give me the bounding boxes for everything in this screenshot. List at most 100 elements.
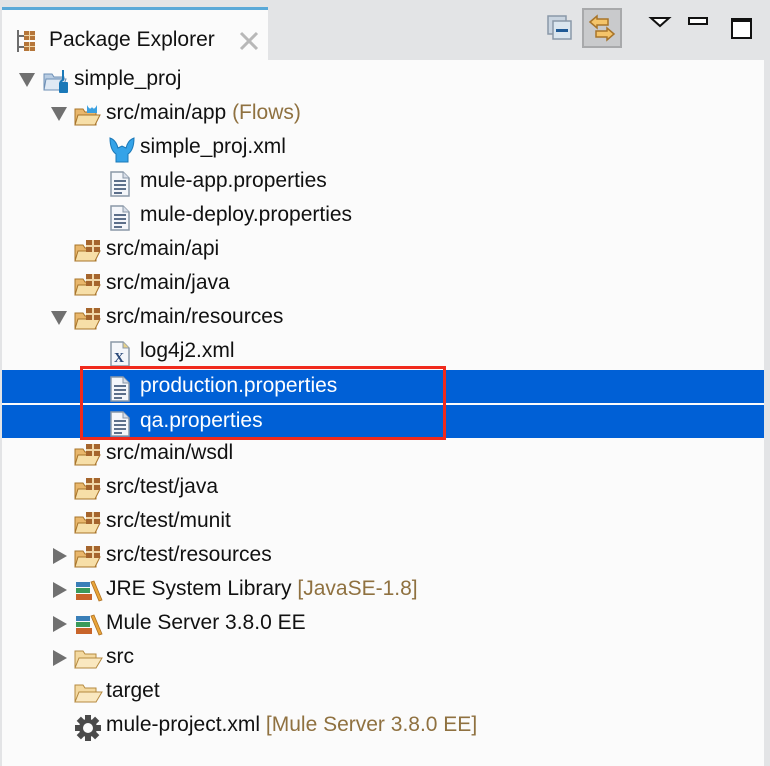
expand-toggle-expanded-icon[interactable] [51, 311, 67, 325]
tree-item[interactable]: simple_proj.xml [2, 131, 764, 165]
tree-item-text: simple_proj.xml [140, 135, 286, 158]
tab-package-explorer[interactable]: Package Explorer [2, 7, 268, 60]
tree-item-label: mule-project.xml [Mule Server 3.8.0 EE] [106, 713, 477, 737]
source-folder-icon [74, 476, 102, 502]
tree-item-text: src/main/java [106, 271, 230, 294]
tree-item-text: production.properties [140, 374, 338, 397]
tree-item-label: JRE System Library [JavaSE-1.8] [106, 577, 418, 601]
tree-item[interactable]: src/main/resources [2, 301, 764, 335]
tree-item[interactable]: src [2, 641, 764, 675]
tree-item-label: qa.properties [140, 409, 263, 433]
tree-item-label: simple_proj [74, 67, 181, 91]
tree-item-label: log4j2.xml [140, 339, 235, 363]
tree-item-text: src/main/wsdl [106, 441, 234, 464]
folder-icon [74, 646, 103, 672]
view-header: Package Explorer [0, 0, 770, 60]
tree-item[interactable]: src/test/resources [2, 539, 764, 573]
tree-item-label: src/main/api [106, 237, 219, 261]
maximize-button[interactable] [725, 8, 765, 48]
svg-text:X: X [114, 351, 124, 366]
expand-toggle-collapsed-icon[interactable] [53, 582, 67, 598]
expand-toggle-collapsed-icon[interactable] [53, 650, 67, 666]
tree-item-decoration: [Mule Server 3.8.0 EE] [265, 713, 478, 736]
tree-item-text: src/test/resources [106, 543, 272, 566]
source-folder-icon [74, 306, 102, 332]
tree-item-label: Mule Server 3.8.0 EE [106, 611, 306, 635]
tree-item[interactable]: src/main/api [2, 233, 764, 267]
tree-item-text: src/main/app [106, 101, 227, 124]
gear-icon [74, 714, 102, 741]
tree-item[interactable]: src/test/java [2, 471, 764, 505]
minimize-button[interactable] [683, 8, 723, 48]
tree-item-text: src/test/java [106, 475, 219, 498]
tree-item[interactable]: mule-app.properties [2, 165, 764, 199]
properties-file-icon [108, 410, 136, 437]
tree-item[interactable]: src/main/app (Flows) [2, 97, 764, 131]
chevron-down-icon [645, 17, 675, 42]
tree-item[interactable]: JRE System Library [JavaSE-1.8] [2, 573, 764, 607]
tree-item[interactable]: target [2, 675, 764, 709]
tree-item-text: src [106, 645, 134, 668]
tree-item[interactable]: src/test/munit [2, 505, 764, 539]
tree-item-label: mule-app.properties [140, 169, 327, 193]
tree-item-text: mule-deploy.properties [140, 203, 353, 226]
properties-file-icon [108, 375, 136, 402]
tree-item-text: target [106, 679, 160, 702]
tree-item-label: src/test/munit [106, 509, 231, 533]
close-icon[interactable] [238, 30, 260, 52]
source-folder-icon [74, 544, 102, 570]
maximize-icon [725, 18, 759, 46]
expand-toggle-expanded-icon[interactable] [51, 107, 67, 121]
tree-item-label: src/main/java [106, 271, 230, 295]
tree-item[interactable]: Mule Server 3.8.0 EE [2, 607, 764, 641]
collapse-all-button[interactable] [543, 8, 583, 48]
mule-flows-folder-icon [74, 102, 102, 128]
tree-item-label: mule-deploy.properties [140, 203, 352, 227]
source-folder-icon [74, 272, 102, 298]
tree-item[interactable]: src/main/java [2, 267, 764, 301]
tree-item[interactable]: mule-deploy.properties [2, 199, 764, 233]
tree-item[interactable]: mule-project.xml [Mule Server 3.8.0 EE] [2, 709, 764, 743]
source-folder-icon [74, 238, 102, 264]
mule-project-icon [42, 68, 70, 94]
tree-item-text: src/test/munit [106, 509, 231, 532]
tree-item[interactable]: production.properties [2, 370, 764, 403]
tree-item-label: src/test/resources [106, 543, 272, 567]
tree-item-label: simple_proj.xml [140, 135, 286, 159]
tree-item-text: simple_proj [74, 67, 182, 90]
source-folder-icon [74, 510, 102, 536]
tree-item-text: src/main/resources [106, 305, 284, 328]
tree-item-label: production.properties [140, 374, 337, 398]
tree-item-label: src/main/app (Flows) [106, 101, 301, 125]
tree-item[interactable]: qa.properties [2, 405, 764, 438]
package-explorer-icon [16, 29, 38, 53]
expand-toggle-collapsed-icon[interactable] [53, 548, 67, 564]
tree-item-text: log4j2.xml [140, 339, 235, 362]
tree-item-text: mule-app.properties [140, 169, 327, 192]
package-explorer-tree[interactable]: simple_proj src/main/app (Flows) simple_pr… [2, 60, 764, 766]
tree-item-label: src/main/resources [106, 305, 283, 329]
tree-item-decoration: (Flows) [232, 101, 301, 124]
link-with-editor-button[interactable] [582, 8, 622, 48]
library-icon [74, 612, 103, 638]
expand-toggle-collapsed-icon[interactable] [53, 616, 67, 632]
view-menu-button[interactable] [645, 8, 685, 48]
tree-item-decoration: [JavaSE-1.8] [297, 577, 418, 600]
minimize-icon [683, 17, 713, 42]
tree-item-text: JRE System Library [106, 577, 292, 600]
xml-file-icon: X [108, 340, 136, 367]
tree-item[interactable]: Xlog4j2.xml [2, 335, 764, 369]
panel-border [764, 60, 770, 766]
tree-item[interactable]: src/main/wsdl [2, 437, 764, 471]
link-with-editor-icon [584, 14, 620, 50]
tree-item-text: src/main/api [106, 237, 220, 260]
tree-item[interactable]: simple_proj [2, 63, 764, 97]
tree-item-label: target [106, 679, 160, 703]
expand-toggle-expanded-icon[interactable] [19, 73, 35, 87]
mule-flow-file-icon [108, 136, 136, 163]
properties-file-icon [108, 170, 136, 197]
source-folder-icon [74, 442, 102, 468]
collapse-all-icon [543, 15, 583, 52]
library-icon [74, 578, 103, 604]
tree-item-label: src/main/wsdl [106, 441, 233, 465]
